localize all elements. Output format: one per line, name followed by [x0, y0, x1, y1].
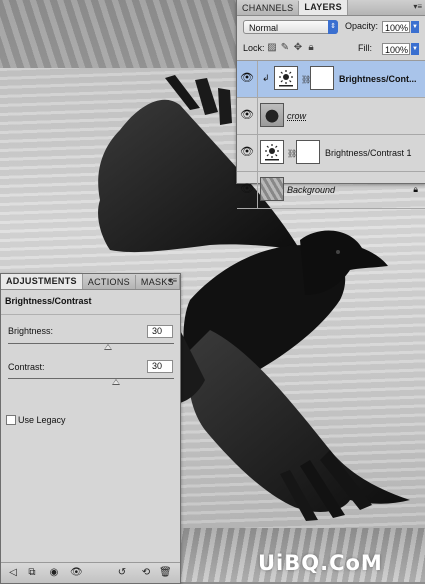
eye-icon: 👁︎ [240, 183, 254, 195]
adjustments-footer: ◁ ⧉ ◉ 👁︎ ↺ ⟲ 🗑︎ [1, 562, 180, 583]
tab-adjustments[interactable]: ADJUSTMENTS [1, 274, 83, 289]
view-previous-state-icon[interactable]: ↺ [116, 567, 128, 579]
adjustment-thumbnail [274, 66, 298, 90]
lock-all-icon[interactable]: 🔒︎ [306, 43, 316, 53]
chevron-down-icon[interactable]: ▼ [411, 43, 419, 55]
layer-row-brightness-contrast-2[interactable]: 👁︎ ↲ ⛓︎ Brightness/Cont... [237, 61, 425, 98]
layers-options: Normal ⇕ Opacity: 100% ▼ [237, 16, 425, 38]
lock-row: Lock: ▨ ✎ ✥ 🔒︎ Fill: 100% ▼ [237, 38, 425, 61]
mask-thumbnail [296, 140, 320, 164]
contrast-label: Contrast: [8, 362, 45, 372]
visibility-toggle[interactable]: 👁︎ [237, 135, 258, 171]
chevron-updown-icon: ⇕ [328, 20, 338, 34]
contrast-slider-track[interactable] [8, 378, 174, 379]
layer-row-background[interactable]: 👁︎ Background 🔒︎ [237, 172, 425, 209]
crow-thumbnail [260, 103, 284, 127]
mask-thumbnail [310, 66, 334, 90]
expand-view-icon[interactable]: ⧉ [26, 567, 38, 579]
fill-label: Fill: [358, 43, 372, 53]
lock-position-icon[interactable]: ✥ [293, 43, 303, 53]
adjustments-panel: ADJUSTMENTS ACTIONS MASKS ▾≡ Brightness/… [0, 273, 181, 584]
adjustment-title: Brightness/Contrast [1, 290, 180, 315]
layer-row-brightness-contrast-1[interactable]: 👁︎ ⛓︎ Brightness/Contrast 1 [237, 135, 425, 172]
visibility-toggle[interactable]: 👁︎ [237, 98, 258, 134]
tab-actions[interactable]: ACTIONS [83, 275, 136, 289]
lock-icon: 🔒︎ [413, 184, 418, 194]
trash-icon[interactable]: 🗑︎ [159, 567, 172, 579]
contrast-slider-thumb[interactable] [112, 379, 120, 385]
layer-name: Brightness/Contrast 1 [325, 148, 412, 158]
panel-menu-icon[interactable]: ▾≡ [168, 276, 177, 285]
contrast-field[interactable]: 30 [147, 360, 173, 373]
layers-panel: CHANNELS LAYERS ▾≡ Normal ⇕ Opacity: 100… [236, 0, 425, 209]
opacity-field[interactable]: 100% [382, 21, 410, 33]
brightness-label: Brightness: [8, 326, 54, 336]
visibility-eye-icon[interactable]: 👁︎ [70, 567, 83, 579]
lock-transparency-icon[interactable]: ▨ [267, 43, 277, 53]
adjustment-thumbnail [260, 140, 284, 164]
lock-label: Lock: [243, 43, 265, 53]
lock-pixels-icon[interactable]: ✎ [280, 43, 290, 53]
watermark: UiBQ.CoM [258, 551, 383, 575]
clip-to-layer-icon[interactable]: ◉ [48, 567, 60, 579]
visibility-toggle[interactable]: 👁︎ [237, 172, 258, 208]
layer-row-crow[interactable]: 👁︎ crow [237, 98, 425, 135]
reset-icon[interactable]: ⟲ [140, 567, 152, 579]
sun-icon [279, 70, 293, 87]
brightness-slider-thumb[interactable] [104, 344, 112, 350]
blend-mode-value: Normal [249, 23, 279, 33]
chevron-down-icon[interactable]: ▼ [411, 21, 419, 33]
opacity-label: Opacity: [345, 21, 379, 31]
brightness-slider-track[interactable] [8, 343, 174, 344]
eye-icon: 👁︎ [240, 72, 254, 84]
blend-mode-select[interactable]: Normal ⇕ [243, 20, 338, 34]
tab-channels[interactable]: CHANNELS [237, 1, 300, 15]
layer-name: crow [287, 111, 307, 121]
tab-layers[interactable]: LAYERS [299, 0, 348, 15]
back-arrow-icon[interactable]: ◁ [7, 567, 19, 579]
panel-menu-icon[interactable]: ▾≡ [413, 2, 422, 11]
clip-arrow-icon: ↲ [262, 73, 270, 83]
layer-name: Background [287, 185, 336, 195]
adjustments-tabbar: ADJUSTMENTS ACTIONS MASKS ▾≡ [1, 274, 180, 290]
use-legacy-checkbox[interactable] [6, 415, 16, 425]
fill-field[interactable]: 100% [382, 43, 410, 55]
sun-icon [265, 144, 279, 161]
background-thumbnail [260, 177, 284, 201]
layers-tabbar: CHANNELS LAYERS ▾≡ [237, 0, 425, 16]
eye-icon: 👁︎ [240, 109, 254, 121]
visibility-toggle[interactable]: 👁︎ [237, 61, 258, 97]
eye-icon: 👁︎ [240, 146, 254, 158]
layer-name: Brightness/Cont... [339, 74, 417, 84]
brightness-field[interactable]: 30 [147, 325, 173, 338]
use-legacy-label: Use Legacy [18, 415, 66, 425]
